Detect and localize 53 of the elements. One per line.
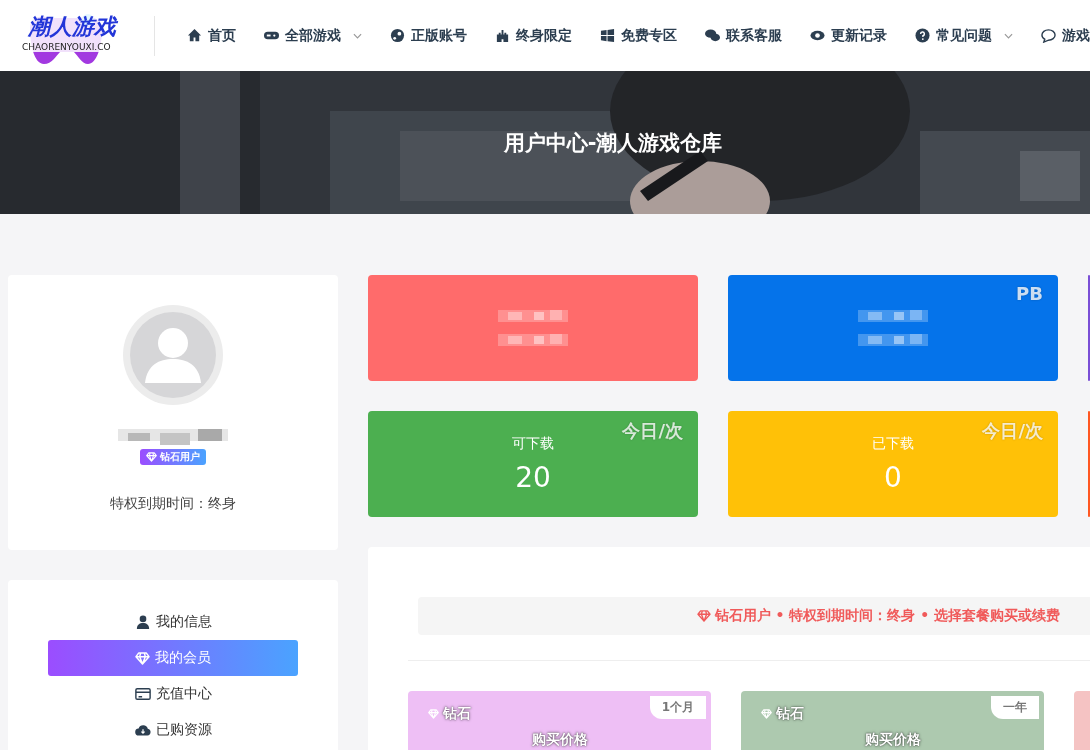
nav-link[interactable]: 正版账号 [390,26,467,45]
plan-period-tag: 一年 [991,696,1039,719]
stat-value: 0 [884,460,902,494]
menu-item[interactable]: 充值中心 [48,676,298,712]
logo-title: 潮人游戏 [26,11,118,42]
gem-icon [696,610,711,622]
gem-icon [135,651,150,665]
nav-link[interactable]: 首页 [187,26,236,45]
gem-icon [146,452,157,462]
plan-name-text: 钻石 [443,705,471,723]
comment-icon [1041,28,1056,43]
stat-unit: PB [1016,283,1043,304]
windows-icon [600,28,615,43]
menu-item[interactable]: 已购资源 [48,712,298,748]
nav-link[interactable]: 常见问题 [915,26,1013,45]
castle-icon [495,28,510,43]
pixelated-text [498,308,568,324]
menu-item[interactable]: 我的信息 [48,604,298,640]
plan-name-text: 钻石 [776,705,804,723]
gem-icon [761,709,772,719]
credit-card-icon [134,687,151,701]
nav-link[interactable]: 全部游戏 [264,26,362,45]
home-icon [187,28,202,43]
stat-unit: 今日/次 [622,419,683,443]
menu-item[interactable]: 我的会员 [48,640,298,676]
stat-label: 可下载 [512,434,554,453]
stat-value: 20 [515,460,551,494]
cloud-download-icon [134,723,151,737]
site-logo[interactable]: 潮人游戏 CHAORENYOUXI.CO [22,5,155,66]
pixelated-number [498,332,568,348]
gem-icon [428,709,439,719]
membership-badge: 钻石用户 [140,449,206,465]
stat-label: 已下载 [872,434,914,453]
user-icon [134,615,151,629]
expiry-text: 特权到期时间：终身 [110,495,236,513]
price-label: 购买价格 [863,731,922,749]
plan-period-tag: 1个月 [649,696,706,719]
notice-text: 钻石用户 • 特权到期时间：终身 • 选择套餐购买或续费 [714,607,1060,625]
nav-link[interactable]: 游戏 [1041,26,1090,45]
pixelated-text [858,308,928,324]
nav-link[interactable]: 终身限定 [495,26,572,45]
avatar-icon [123,305,223,405]
nav-link[interactable]: 免费专区 [600,26,677,45]
nav-link[interactable]: 更新记录 [810,26,887,45]
chat-icon [705,28,720,43]
page-title: 用户中心-潮人游戏仓库 [503,129,723,157]
pixelated-number [858,332,928,348]
nav-link[interactable]: 联系客服 [705,26,782,45]
logo-subtitle: CHAORENYOUXI.CO [22,41,111,52]
price-label: 购买价格 [530,731,589,749]
stat-unit: 今日/次 [982,419,1043,443]
eye-icon [810,28,825,43]
help-icon [915,28,930,43]
